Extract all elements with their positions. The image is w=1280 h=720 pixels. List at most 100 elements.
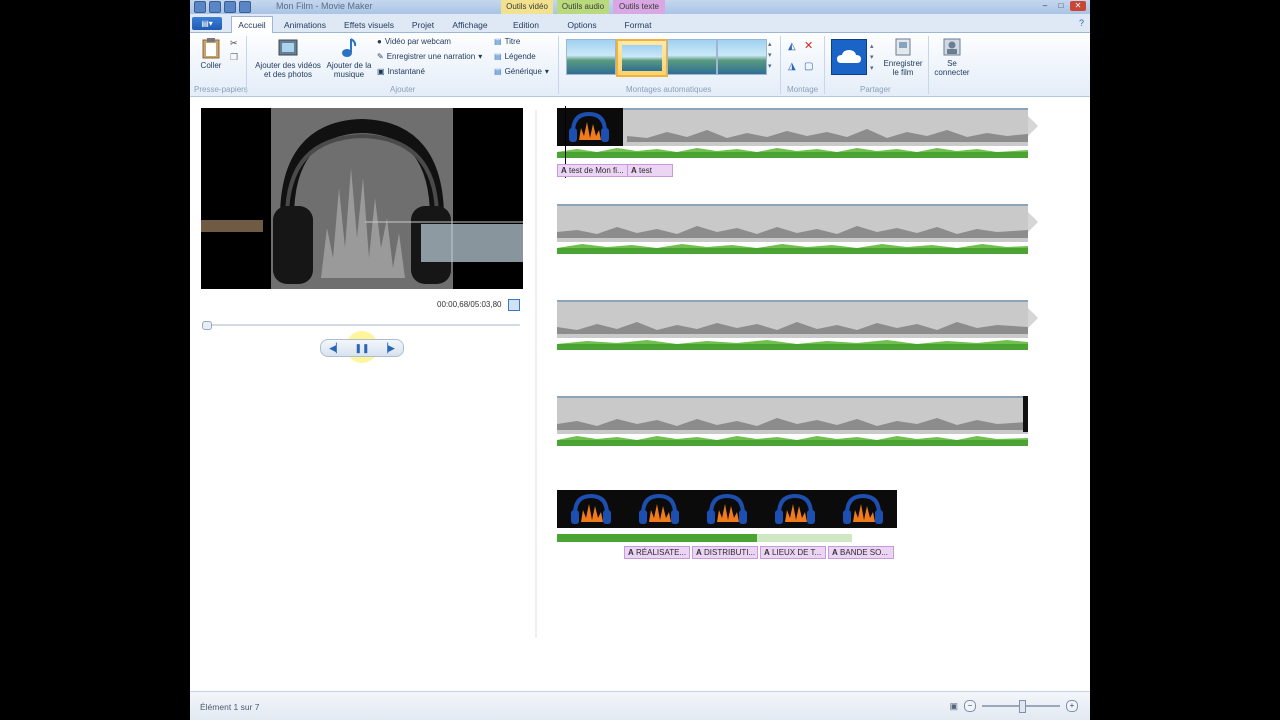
music-note-icon [342,38,357,57]
cut-icon[interactable]: ✂ [230,38,238,49]
chevron-down-icon: ▾ [544,67,549,76]
storyboard-track-1[interactable] [557,106,1038,178]
caption-item[interactable]: A test [627,164,673,177]
app-icon[interactable] [194,1,206,13]
group-label-add: Ajouter [390,85,416,94]
credits-clip-3[interactable] [693,490,761,528]
audacity-logo-icon [557,490,625,528]
divider [824,36,825,94]
skydrive-share-button[interactable] [831,39,867,75]
webcam-video-button[interactable]: ● Vidéo par webcam [377,37,451,46]
seek-handle[interactable] [202,321,212,330]
add-music-button[interactable]: Ajouter de la musique [325,37,373,79]
tab-projet[interactable]: Projet [408,18,438,32]
snapshot-button[interactable]: ▣ Instantané [377,67,425,76]
caption-button[interactable]: ▤ Légende [494,52,536,61]
tab-effets-visuels[interactable]: Effets visuels [340,18,398,32]
zoom-control: ▣ − + [949,700,1078,713]
automovie-theme-2[interactable] [616,39,668,77]
zoom-out-icon[interactable]: − [964,700,976,712]
add-media-label: Ajouter des vidéos et des photos [255,61,321,79]
credits-clip-1[interactable] [557,490,625,528]
context-tab-audio-tools: Outils audio [557,0,609,14]
save-movie-button[interactable]: Enregistrer le film [880,37,926,77]
zoom-slider[interactable] [982,700,1060,713]
window-controls: – □ ✕ [1038,1,1086,11]
group-label-automovie: Montages automatiques [626,85,712,94]
caption-item[interactable]: A BANDE SO... [828,546,894,559]
undo-icon[interactable] [224,1,236,13]
share-gallery-scroll[interactable]: ▴ ▾ ▾ [870,41,874,74]
redo-icon[interactable] [239,1,251,13]
microphone-icon: ✎ [377,52,384,61]
record-narration-button[interactable]: ✎ Enregistrer une narration ▾ [377,52,482,61]
rotate-left-icon[interactable]: ◭ [788,41,796,52]
paste-button[interactable]: Coller [198,37,224,70]
fullscreen-icon[interactable] [508,299,520,311]
caption-item[interactable]: A test de Mon fi... [557,164,631,177]
title-label: Titre [504,37,521,46]
track-continuation-arrow [1028,212,1038,232]
credits-icon: ▤ [494,67,502,76]
context-tab-text-tools: Outils texte [613,0,665,14]
narration-label: Enregistrer une narration [386,52,476,61]
thumbnail-size-icon[interactable]: ▣ [949,701,958,712]
add-videos-photos-button[interactable]: Ajouter des vidéos et des photos [253,37,323,79]
minimize-button[interactable]: – [1038,1,1052,11]
play-pause-icon[interactable]: ❚❚ [353,342,371,354]
previous-frame-icon[interactable]: ◀▏ [327,342,345,354]
divider [928,36,929,94]
save-icon[interactable] [209,1,221,13]
select-all-icon[interactable]: ▢ [804,61,813,72]
zoom-slider-handle[interactable] [1018,700,1026,713]
credits-clip-2[interactable] [625,490,693,528]
storyboard-track-4[interactable] [557,396,1028,451]
audacity-logo-icon [625,490,693,528]
caption-item[interactable]: A RÉALISATE... [624,546,690,559]
credits-clip-4[interactable] [761,490,829,528]
app-menu-button[interactable]: ▤▾ [192,17,222,30]
movie-maker-window: Mon Film - Movie Maker Outils vidéo Outi… [190,0,1090,720]
rotate-right-icon[interactable]: ◮ [788,61,796,72]
caption-item[interactable]: A DISTRIBUTI... [692,546,758,559]
delete-icon[interactable]: ✕ [804,39,813,52]
maximize-button[interactable]: □ [1054,1,1068,11]
storyboard-track-5[interactable] [557,490,897,545]
sign-in-button[interactable]: Se connecter [932,37,972,77]
divider [246,36,247,94]
title-button[interactable]: ▤ Titre [494,37,520,46]
tab-animations[interactable]: Animations [280,18,330,32]
credits-button[interactable]: ▤ Générique ▾ [494,67,549,76]
audacity-logo-icon [693,490,761,528]
tab-accueil[interactable]: Accueil [231,16,273,33]
next-frame-icon[interactable]: ▕▶ [379,342,397,354]
tab-format[interactable]: Format [620,18,656,32]
title-bar: Mon Film - Movie Maker Outils vidéo Outi… [190,0,1090,14]
user-icon [943,38,961,56]
tab-affichage[interactable]: Affichage [448,18,492,32]
audio-waveform [557,244,1028,254]
zoom-in-icon[interactable]: + [1066,700,1078,712]
tab-edition[interactable]: Edition [508,18,544,32]
copy-icon[interactable]: ❐ [230,52,238,63]
credits-clip-5[interactable] [829,490,897,528]
audio-waveform [557,534,852,542]
close-button[interactable]: ✕ [1070,1,1086,11]
help-icon[interactable]: ? [1079,18,1084,28]
caption-item[interactable]: A LIEUX DE T... [760,546,826,559]
automovie-theme-4[interactable] [717,39,767,75]
window-title: Mon Film - Movie Maker [276,1,373,11]
title-icon: ▤ [494,37,502,46]
pane-splitter[interactable] [535,110,537,638]
automovie-theme-1[interactable] [566,39,616,75]
tab-options[interactable]: Options [564,18,600,32]
sign-in-label: Se connecter [934,59,970,77]
storyboard-track-3[interactable] [557,300,1038,355]
caption-text: RÉALISATE... [636,548,687,557]
storyboard-track-2[interactable] [557,204,1038,259]
audacity-logo-icon [829,490,897,528]
video-preview[interactable] [201,108,523,289]
seek-bar[interactable] [202,321,520,330]
gallery-scroll[interactable]: ▴ ▾ ▾ [768,39,772,72]
automovie-theme-3[interactable] [667,39,717,75]
